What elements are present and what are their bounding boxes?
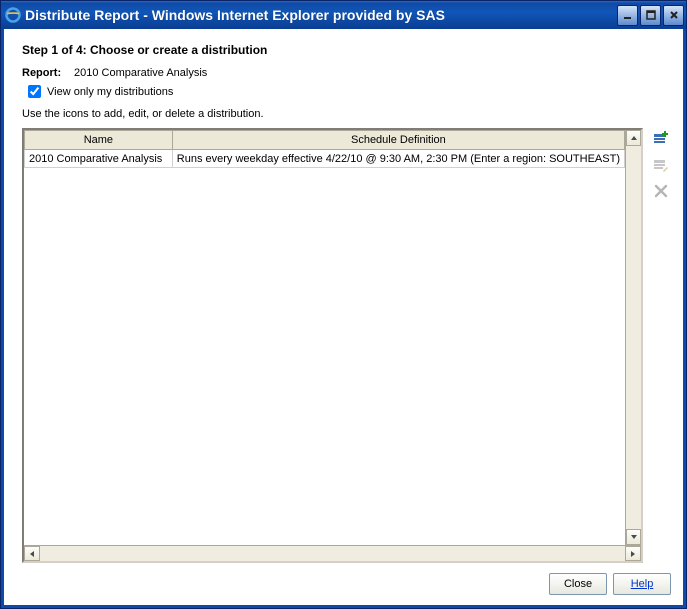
help-button[interactable]: Help	[613, 573, 671, 595]
action-icon-column	[651, 128, 671, 563]
vscroll-track[interactable]	[626, 146, 641, 529]
window-frame: Distribute Report - Windows Internet Exp…	[0, 0, 687, 609]
window-title: Distribute Report - Windows Internet Exp…	[25, 7, 617, 23]
hscroll-track[interactable]	[40, 546, 625, 561]
vertical-scrollbar[interactable]	[625, 130, 641, 545]
cell-name: 2010 Comparative Analysis	[25, 150, 173, 168]
scroll-down-button[interactable]	[626, 529, 641, 545]
ie-icon	[5, 7, 21, 23]
maximize-button[interactable]	[640, 5, 661, 26]
instruction-text: Use the icons to add, edit, or delete a …	[22, 108, 671, 120]
add-distribution-icon[interactable]	[652, 130, 670, 148]
scroll-up-button[interactable]	[626, 130, 641, 146]
scroll-left-button[interactable]	[24, 546, 40, 561]
report-label: Report:	[22, 67, 74, 79]
view-only-row[interactable]: View only my distributions	[22, 85, 671, 98]
col-header-name[interactable]: Name	[25, 131, 173, 150]
wizard-content: Step 1 of 4: Choose or create a distribu…	[1, 29, 686, 608]
minimize-button[interactable]	[617, 5, 638, 26]
step-title: Step 1 of 4: Choose or create a distribu…	[22, 43, 671, 57]
edit-distribution-icon[interactable]	[652, 156, 670, 174]
table-row[interactable]: 2010 Comparative Analysis Runs every wee…	[25, 150, 625, 168]
footer-buttons: Close Help	[22, 563, 671, 595]
close-button[interactable]	[663, 5, 684, 26]
report-name: 2010 Comparative Analysis	[74, 67, 207, 79]
horizontal-scrollbar[interactable]	[24, 545, 641, 561]
view-only-label: View only my distributions	[47, 86, 173, 98]
grid-area: Name Schedule Definition 2010 Comparativ…	[22, 128, 671, 563]
distribution-grid: Name Schedule Definition 2010 Comparativ…	[22, 128, 643, 563]
scroll-right-button[interactable]	[625, 546, 641, 561]
delete-distribution-icon[interactable]	[652, 182, 670, 200]
grid-header-row: Name Schedule Definition	[25, 131, 625, 150]
col-header-schedule[interactable]: Schedule Definition	[172, 131, 624, 150]
cell-schedule: Runs every weekday effective 4/22/10 @ 9…	[172, 150, 624, 168]
window-button-group	[617, 5, 684, 26]
close-dialog-button[interactable]: Close	[549, 573, 607, 595]
report-row: Report: 2010 Comparative Analysis	[22, 67, 671, 79]
view-only-checkbox[interactable]	[28, 85, 41, 98]
title-bar[interactable]: Distribute Report - Windows Internet Exp…	[1, 1, 686, 29]
